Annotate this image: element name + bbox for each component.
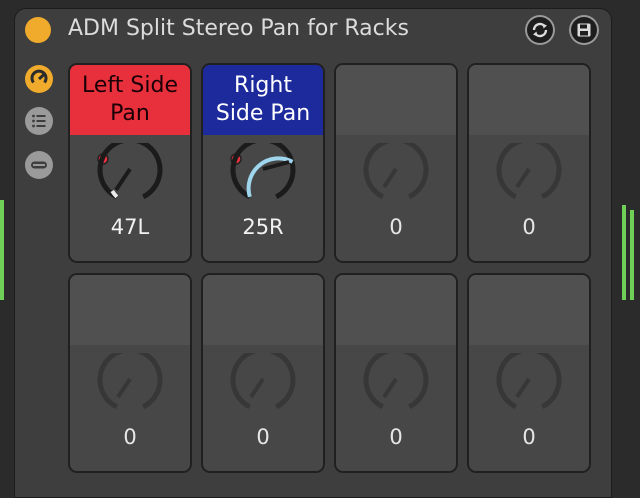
macro-label[interactable] [336,275,456,345]
macro-label[interactable]: Right Side Pan [203,65,323,135]
macro-knob[interactable] [334,143,458,213]
knob-pointer [262,160,290,171]
rack-device: ADM Split Stereo Pan for Racks Left Side… [14,8,612,498]
macro-4[interactable]: 0 [467,63,591,263]
knob-pointer [515,167,531,189]
minimize-button[interactable] [24,150,54,180]
knob-pointer [116,377,132,399]
macro-2[interactable]: Right Side Pan 25R [201,63,325,263]
macro-value: 0 [389,425,403,449]
macro-label[interactable] [336,65,456,135]
meter-bar [622,205,626,300]
macro-value: 0 [389,215,403,239]
meter-bar [0,200,4,300]
macro-view-button[interactable] [24,64,54,94]
macro-knob[interactable] [68,143,192,213]
macro-7[interactable]: 0 [334,273,458,473]
macro-value: 0 [522,215,536,239]
macro-label[interactable]: Left Side Pan [70,65,190,135]
save-icon [577,23,591,37]
randomize-icon [532,22,548,38]
macro-value: 0 [256,425,270,449]
macro-6[interactable]: 0 [201,273,325,473]
knob-pointer [515,377,531,399]
macro-5[interactable]: 0 [68,273,192,473]
macro-8[interactable]: 0 [467,273,591,473]
randomize-button[interactable] [525,15,555,45]
macro-knob[interactable] [68,353,192,423]
macro-label[interactable] [70,275,190,345]
device-title-bar[interactable]: ADM Split Stereo Pan for Racks [14,8,612,52]
macro-label[interactable] [203,275,323,345]
knob-pointer [114,167,132,192]
macro-value: 0 [123,425,137,449]
knob-pointer [249,377,265,399]
macro-knob[interactable] [467,353,591,423]
macro-label[interactable] [469,65,589,135]
macro-knob[interactable] [334,353,458,423]
macro-label[interactable] [469,275,589,345]
device-activator-button[interactable] [25,17,51,43]
save-preset-button[interactable] [569,15,599,45]
macro-knob[interactable] [201,353,325,423]
device-title: ADM Split Stereo Pan for Racks [68,16,409,41]
macro-view-icon [25,65,53,93]
macro-knob[interactable] [201,143,325,213]
knob-pointer [382,167,398,189]
knob-track [230,143,296,200]
knob-pointer [382,377,398,399]
macro-1[interactable]: Left Side Pan 47L [68,63,192,263]
macro-value: 25R [242,215,284,239]
meter-bar [630,210,634,300]
macro-3[interactable]: 0 [334,63,458,263]
list-view-button[interactable] [24,106,54,136]
list-icon [25,107,53,135]
minimize-icon [25,151,53,179]
macro-value: 0 [522,425,536,449]
macro-knob[interactable] [467,143,591,213]
macro-value: 47L [110,215,150,239]
